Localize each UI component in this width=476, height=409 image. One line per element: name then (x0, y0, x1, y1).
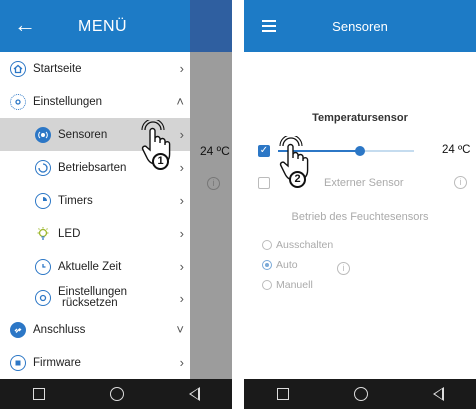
home-button-icon[interactable] (353, 387, 368, 401)
chevron-right-icon: › (179, 259, 184, 274)
sensor-icon (35, 126, 51, 143)
clock-icon (35, 258, 51, 275)
radio-label: Auto (276, 259, 298, 271)
mode-icon (35, 159, 51, 176)
reset-icon (35, 290, 51, 306)
chevron-right-icon: › (179, 127, 184, 142)
home-icon (10, 60, 26, 77)
android-navbar (0, 379, 232, 409)
menu-item-label-line2: rücksetzen (62, 297, 118, 309)
chevron-right-icon: › (179, 290, 184, 306)
menu-item-aktuelle-zeit[interactable]: Aktuelle Zeit › (0, 250, 190, 283)
radio-button[interactable] (262, 240, 272, 250)
chevron-right-icon: › (179, 193, 184, 208)
menu-item-label: Einstellungen (33, 95, 103, 108)
radio-button-selected[interactable] (262, 260, 272, 270)
menu-item-firmware[interactable]: Firmware › (0, 346, 190, 379)
info-icon[interactable]: i (337, 262, 350, 275)
dimmed-content[interactable] (190, 52, 232, 379)
chevron-up-icon: ˄ (176, 94, 184, 109)
recent-apps-icon[interactable] (32, 388, 45, 400)
menu-item-timers[interactable]: Timers › (0, 184, 190, 217)
menu-item-led[interactable]: LED › (0, 217, 190, 250)
menu-item-label: Firmware (33, 356, 81, 369)
back-triangle-icon[interactable] (188, 387, 200, 401)
humidity-section-title: Betrieb des Feuchtesensors (291, 211, 429, 223)
led-icon (35, 226, 51, 242)
firmware-icon (10, 354, 26, 371)
behind-info-icon: i (207, 177, 220, 190)
screen-sensoren: Sensoren Temperatursensor ✓ 24 ºC Extern… (244, 0, 476, 409)
chevron-down-icon: ˅ (176, 322, 184, 337)
menu-item-einstellungen[interactable]: Einstellungen ˄ (0, 85, 190, 118)
menu-item-einstellungen-ruecksetzen[interactable]: Einstellungen rücksetzen › (0, 283, 190, 313)
behind-temperature-value: 24 ºC (200, 144, 230, 158)
chevron-right-icon: › (179, 61, 184, 76)
chevron-right-icon: › (179, 160, 184, 175)
menu-item-label: Startseite (33, 62, 82, 75)
radio-label: Ausschalten (276, 239, 334, 251)
page-title: Sensoren (332, 19, 388, 34)
menu-item-label: Anschluss (33, 323, 86, 336)
back-triangle-icon[interactable] (432, 387, 444, 401)
app-bar: Sensoren (244, 0, 476, 52)
radio-label: Manuell (276, 279, 313, 291)
step-badge: 2 (289, 171, 306, 188)
settings-icon (10, 93, 26, 110)
back-arrow-icon[interactable]: ← (14, 14, 36, 36)
slider-thumb[interactable] (354, 146, 365, 156)
temperature-sensor-title: Temperatursensor (312, 112, 408, 124)
home-button-icon[interactable] (109, 387, 124, 401)
info-icon[interactable]: i (454, 176, 467, 189)
chevron-right-icon: › (179, 226, 184, 241)
menu-item-label: Sensoren (58, 128, 108, 141)
appbar-behind-drawer (190, 0, 232, 52)
radio-button[interactable] (262, 280, 272, 290)
menu-item-anschluss[interactable]: Anschluss ˅ (0, 313, 190, 346)
temperature-sensor-checkbox[interactable]: ✓ (258, 145, 270, 157)
menu-item-label: Timers (58, 194, 93, 207)
step-badge: 1 (152, 153, 169, 170)
android-navbar (244, 379, 476, 409)
navigation-drawer: ← MENÜ Startseite › Einstellungen ˄ Sens… (0, 0, 190, 379)
screen-menu: 24 ºC i ← MENÜ Startseite › Einstellunge… (0, 0, 232, 409)
radio-auto[interactable]: Auto (262, 259, 298, 271)
drawer-header: ← MENÜ (0, 0, 190, 52)
radio-manuell[interactable]: Manuell (262, 279, 313, 291)
timer-icon (35, 192, 51, 209)
menu-item-label: Aktuelle Zeit (58, 260, 122, 273)
radio-ausschalten[interactable]: Ausschalten (262, 239, 333, 251)
temperature-value: 24 ºC (442, 144, 471, 156)
connection-icon (10, 321, 26, 338)
recent-apps-icon[interactable] (276, 388, 289, 400)
menu-item-startseite[interactable]: Startseite › (0, 52, 190, 85)
menu-item-label: Betriebsarten (58, 161, 127, 174)
external-sensor-label: Externer Sensor (324, 177, 404, 189)
chevron-right-icon: › (179, 355, 184, 370)
menu-item-label: LED (58, 227, 81, 240)
drawer-title: MENÜ (78, 18, 128, 35)
external-sensor-checkbox[interactable] (258, 177, 270, 189)
